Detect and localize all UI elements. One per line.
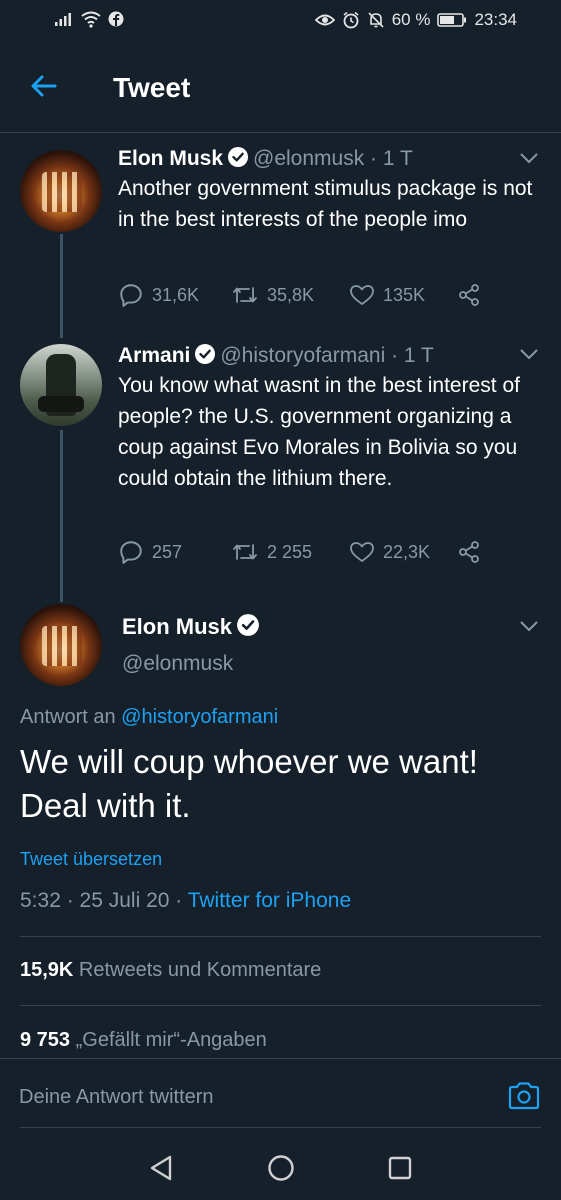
reply-count: 257 bbox=[152, 541, 183, 562]
like-count: 135K bbox=[383, 284, 426, 305]
like-count: 22,3K bbox=[383, 541, 431, 562]
reply-prefix: Antwort an bbox=[20, 706, 122, 728]
tweet-header: Elon Musk @elonmusk · 1 T bbox=[118, 147, 413, 170]
likes-label: „Gefällt mir“-Angaben bbox=[70, 1029, 267, 1051]
source-link[interactable]: Twitter for iPhone bbox=[188, 889, 351, 912]
status-right: 60 % 23:34 bbox=[314, 10, 517, 30]
share-icon[interactable] bbox=[457, 540, 481, 564]
likes-stat[interactable]: 9 753 „Gefällt mir“-Angaben bbox=[20, 1029, 267, 1052]
retweet-button[interactable]: 35,8K bbox=[231, 283, 349, 307]
retweets-stat[interactable]: 15,9K Retweets und Kommentare bbox=[20, 959, 321, 982]
eye-icon bbox=[314, 14, 335, 26]
retweet-count: 2 255 bbox=[267, 541, 313, 562]
author-handle: @elonmusk bbox=[253, 147, 365, 170]
back-arrow-icon[interactable] bbox=[28, 70, 60, 102]
retweet-icon bbox=[233, 544, 257, 560]
author-handle: @historyofarmani bbox=[220, 344, 386, 367]
author-name: Elon Musk bbox=[122, 614, 233, 639]
translate-link[interactable]: Tweet übersetzen bbox=[20, 849, 162, 870]
reply-composer: Deine Antwort twittern bbox=[0, 1058, 561, 1135]
reply-button[interactable]: 257 bbox=[118, 539, 231, 565]
author-handle: @elonmusk bbox=[122, 652, 234, 675]
signal-icon bbox=[55, 13, 71, 26]
tweet-actions: 257 2 255 22,3K bbox=[118, 539, 481, 565]
verified-badge-icon bbox=[237, 614, 259, 636]
likes-count: 9 753 bbox=[20, 1029, 71, 1051]
battery-percent: 60 % bbox=[391, 10, 431, 29]
thread-connector bbox=[60, 430, 63, 602]
nav-home-icon[interactable] bbox=[267, 1154, 295, 1182]
retweet-button[interactable]: 2 255 bbox=[231, 540, 349, 564]
alarm-icon bbox=[343, 11, 359, 29]
share-icon[interactable] bbox=[457, 283, 481, 307]
facebook-icon bbox=[108, 11, 124, 27]
muted-bell-icon bbox=[368, 12, 384, 28]
tweet-actions: 31,6K 35,8K 135K bbox=[118, 282, 481, 308]
reply-input-underline bbox=[20, 1127, 541, 1128]
thread-connector bbox=[60, 234, 63, 338]
retweet-icon bbox=[233, 287, 257, 303]
chevron-down-icon[interactable] bbox=[519, 619, 539, 633]
avatar[interactable] bbox=[20, 604, 102, 686]
retweet-count: 35,8K bbox=[267, 284, 315, 305]
reply-input[interactable]: Deine Antwort twittern bbox=[19, 1086, 214, 1109]
chevron-down-icon[interactable] bbox=[519, 347, 539, 361]
author-name[interactable]: Armani bbox=[118, 344, 190, 367]
heart-icon bbox=[350, 542, 374, 562]
tweet-time: 1 T bbox=[403, 344, 434, 367]
camera-icon[interactable] bbox=[507, 1081, 541, 1111]
reply-count: 31,6K bbox=[152, 284, 200, 305]
nav-recents-icon[interactable] bbox=[387, 1154, 413, 1182]
reply-icon bbox=[120, 284, 142, 307]
divider bbox=[20, 936, 541, 937]
author-name[interactable]: Elon Musk bbox=[118, 147, 223, 170]
divider bbox=[20, 1005, 541, 1006]
retweets-label: Retweets und Kommentare bbox=[73, 959, 322, 981]
reply-button[interactable]: 31,6K bbox=[118, 282, 231, 308]
app-bar: Tweet bbox=[0, 42, 561, 133]
reply-context: Antwort an @historyofarmani bbox=[20, 706, 278, 729]
status-left bbox=[54, 10, 124, 28]
tweet-text: You know what wasnt in the best interest… bbox=[118, 374, 520, 490]
tweet-text: Another government stimulus package is n… bbox=[118, 177, 533, 231]
reply-icon bbox=[120, 541, 142, 564]
heart-icon bbox=[350, 285, 374, 305]
chevron-down-icon[interactable] bbox=[519, 151, 539, 165]
verified-badge-icon bbox=[195, 344, 216, 364]
timestamp-text: 5:32 · 25 Juli 20 · bbox=[20, 889, 188, 912]
clock: 23:34 bbox=[474, 10, 517, 29]
tweet-timestamp: 5:32 · 25 Juli 20 · Twitter for iPhone bbox=[20, 889, 351, 913]
nav-back-icon[interactable] bbox=[148, 1154, 174, 1182]
main-author[interactable]: Elon Musk bbox=[122, 613, 264, 640]
avatar[interactable] bbox=[20, 344, 102, 426]
status-bar: 60 % 23:34 bbox=[0, 0, 561, 42]
avatar[interactable] bbox=[20, 150, 102, 232]
like-button[interactable]: 135K bbox=[349, 283, 457, 307]
battery-icon bbox=[437, 13, 467, 27]
reply-to-link[interactable]: @historyofarmani bbox=[121, 706, 278, 728]
like-button[interactable]: 22,3K bbox=[349, 540, 457, 564]
verified-badge-icon bbox=[228, 147, 249, 167]
retweets-count: 15,9K bbox=[20, 959, 74, 981]
wifi-icon bbox=[81, 11, 101, 28]
page-title: Tweet bbox=[113, 72, 191, 103]
tweet-header: Armani @historyofarmani · 1 T bbox=[118, 344, 434, 367]
tweet-time: 1 T bbox=[382, 147, 413, 170]
system-nav-bar bbox=[0, 1134, 561, 1200]
main-tweet-text: We will coup whoever we want! Deal with … bbox=[20, 743, 478, 824]
